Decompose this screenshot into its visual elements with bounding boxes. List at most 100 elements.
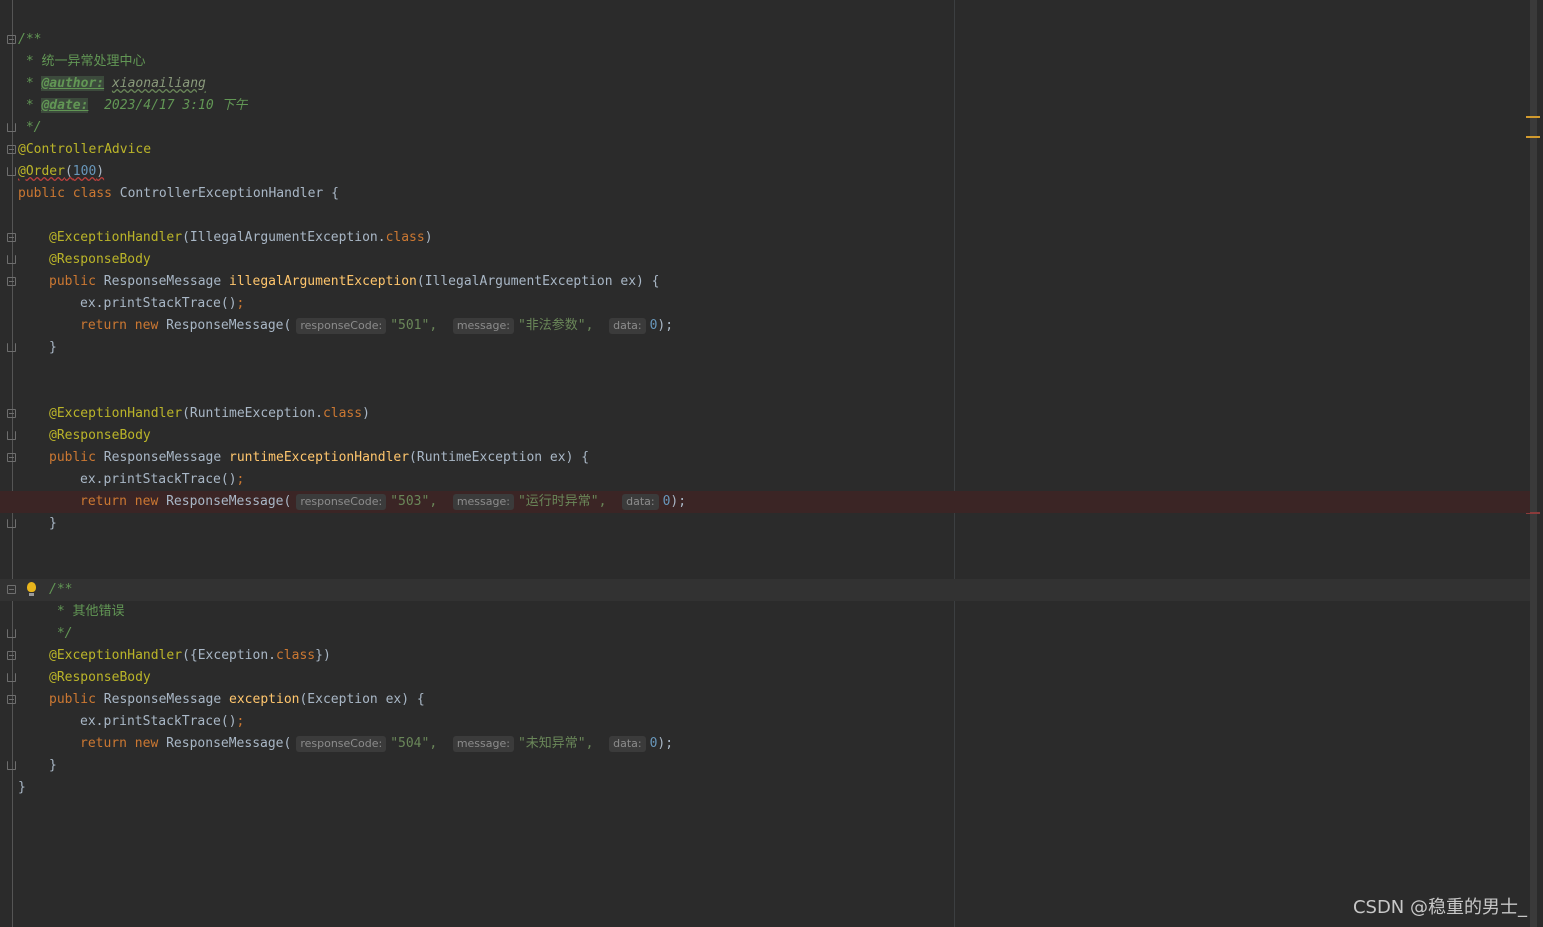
response-body-annotation: @ResponseBody	[49, 428, 151, 443]
fold-marker-icon[interactable]	[7, 761, 16, 770]
return-type: ResponseMessage	[103, 274, 222, 289]
fold-marker-icon[interactable]	[7, 519, 16, 528]
constructor-call: ResponseMessage(	[166, 736, 292, 751]
handler-argument: (RuntimeException.	[182, 406, 323, 421]
parameter-hint: message:	[452, 736, 514, 752]
comment-open: /**	[49, 582, 73, 597]
close-brace: }	[49, 516, 57, 531]
fold-marker-icon[interactable]	[7, 35, 16, 44]
keyword-new: new	[134, 318, 159, 333]
code-line: return new ResponseMessage( responseCode:…	[0, 315, 1530, 337]
code-line: * @author: xiaonailiang	[0, 73, 1530, 95]
code-line: * 其他错误	[0, 601, 1530, 623]
parameter-hint: responseCode:	[296, 318, 387, 334]
lightbulb-icon[interactable]	[27, 582, 36, 596]
parameter-hint: data:	[609, 736, 646, 752]
fold-marker-icon[interactable]	[7, 233, 16, 242]
fold-marker-icon[interactable]	[7, 277, 16, 286]
parameter-hint: data:	[622, 494, 659, 510]
fold-marker-icon[interactable]	[7, 673, 16, 682]
method-name: runtimeExceptionHandler	[229, 450, 410, 465]
code-line: public ResponseMessage exception(Excepti…	[0, 689, 1530, 711]
code-line: @Order(100)	[0, 161, 1530, 183]
code-line: return new ResponseMessage(responseCode:…	[0, 733, 1530, 755]
fold-marker-icon[interactable]	[7, 343, 16, 352]
code-line: }	[0, 755, 1530, 777]
comment-open: /**	[18, 32, 42, 47]
fold-marker-icon[interactable]	[7, 585, 16, 594]
fold-marker-icon[interactable]	[7, 453, 16, 462]
keyword-class: class	[385, 230, 425, 245]
fold-marker-icon[interactable]	[7, 145, 16, 154]
exception-handler-annotation: @ExceptionHandler	[49, 648, 183, 663]
parameter-hint: responseCode:	[296, 736, 387, 752]
close-call: );	[657, 318, 674, 333]
comment-star: *	[18, 76, 42, 91]
parameter-hint: data:	[609, 318, 646, 334]
method-params: (RuntimeException ex) {	[409, 450, 590, 465]
keyword-return: return	[80, 494, 127, 509]
code-line: */	[0, 117, 1530, 139]
comment-description: * 其他错误	[49, 604, 125, 619]
code-line: public ResponseMessage illegalArgumentEx…	[0, 271, 1530, 293]
keyword-class: class	[72, 186, 112, 201]
fold-marker-icon[interactable]	[7, 255, 16, 264]
response-code-value: "501",	[390, 318, 438, 333]
code-line: /**	[0, 29, 1530, 51]
close-call: );	[657, 736, 674, 751]
code-line: @ResponseBody	[0, 425, 1530, 447]
semicolon: ;	[236, 472, 245, 487]
constructor-call: ResponseMessage(	[166, 318, 292, 333]
method-name: illegalArgumentException	[229, 274, 417, 289]
keyword-public: public	[49, 692, 96, 707]
code-line: @ExceptionHandler(RuntimeException.class…	[0, 403, 1530, 425]
code-line: }	[0, 513, 1530, 535]
keyword-return: return	[80, 318, 127, 333]
handler-suffix: )	[362, 406, 370, 421]
parameter-hint: responseCode:	[296, 494, 387, 510]
parameter-hint: message:	[452, 318, 514, 334]
return-type: ResponseMessage	[103, 692, 222, 707]
fold-marker-icon[interactable]	[7, 629, 16, 638]
watermark: CSDN @稳重的男士_	[1352, 897, 1527, 918]
code-line: }	[0, 777, 1530, 799]
author-value: xiaonailiang	[111, 76, 206, 91]
code-line: public ResponseMessage runtimeExceptionH…	[0, 447, 1530, 469]
response-body-annotation: @ResponseBody	[49, 670, 151, 685]
close-brace: }	[49, 758, 57, 773]
fold-marker-icon[interactable]	[7, 431, 16, 440]
keyword-class: class	[322, 406, 363, 421]
fold-marker-icon[interactable]	[7, 167, 16, 176]
code-editor[interactable]: /** * 统一异常处理中心 * @author: xiaonailiang *…	[0, 0, 1543, 927]
handler-argument: ({Exception.	[182, 648, 276, 663]
fold-marker-icon[interactable]	[7, 651, 16, 660]
code-line: @ExceptionHandler({Exception.class})	[0, 645, 1530, 667]
keyword-return: return	[80, 736, 127, 751]
code-line: ex.printStackTrace();	[0, 469, 1530, 491]
order-value: 100	[72, 164, 97, 179]
code-line: @ExceptionHandler(IllegalArgumentExcepti…	[0, 227, 1530, 249]
keyword-public: public	[49, 450, 96, 465]
comment-close: */	[49, 626, 73, 641]
fold-marker-icon[interactable]	[7, 123, 16, 132]
code-line: @ResponseBody	[0, 249, 1530, 271]
method-params: (IllegalArgumentException ex) {	[416, 274, 660, 289]
open-brace: {	[323, 186, 339, 201]
handler-argument: (IllegalArgumentException.	[182, 230, 386, 245]
order-annotation: @Order	[18, 164, 65, 179]
message-value: "运行时异常",	[517, 494, 607, 509]
response-code-value: "503",	[390, 494, 438, 509]
comment-star: *	[18, 98, 42, 113]
vertical-scrollbar[interactable]	[1530, 0, 1537, 927]
class-close-brace: }	[18, 780, 26, 795]
exception-handler-annotation: @ExceptionHandler	[49, 230, 183, 245]
exception-handler-annotation: @ExceptionHandler	[49, 406, 183, 421]
code-line: ex.printStackTrace();	[0, 293, 1530, 315]
fold-marker-icon[interactable]	[7, 695, 16, 704]
code-line: public class ControllerExceptionHandler …	[0, 183, 1530, 205]
code-line: */	[0, 623, 1530, 645]
fold-marker-icon[interactable]	[7, 409, 16, 418]
print-statement: ex.printStackTrace()	[80, 472, 237, 487]
comment-close: */	[18, 120, 42, 135]
semicolon: ;	[236, 714, 245, 729]
